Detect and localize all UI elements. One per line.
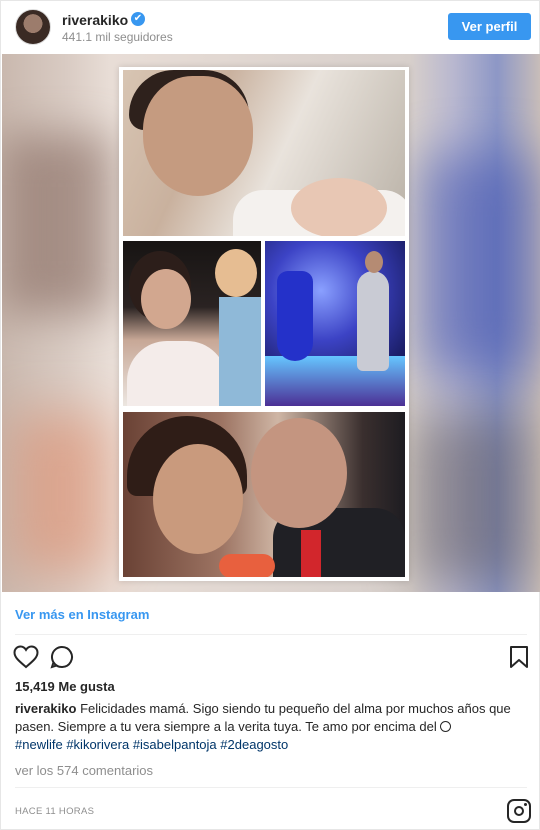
camera-flash-icon [524, 803, 527, 806]
camera-lens-icon [514, 806, 524, 816]
comment-icon[interactable] [50, 645, 74, 669]
background-blur [2, 134, 112, 314]
face-shape [141, 269, 191, 329]
background-blur [12, 414, 112, 574]
performer-shape [277, 271, 313, 361]
hashtag-kikorivera[interactable]: #kikorivera [66, 737, 129, 752]
singer-body-shape [357, 271, 389, 371]
hashtag-newlife[interactable]: #newlife [15, 737, 63, 752]
baby-shape [291, 178, 387, 236]
face-shape [143, 76, 253, 196]
photo-mother-with-child [123, 241, 261, 406]
background-blur [420, 154, 540, 374]
child-body-shape [219, 297, 261, 406]
avatar[interactable] [15, 9, 51, 45]
caption-text: Felicidades mamá. Sigo siendo tu pequeño… [15, 701, 511, 734]
follower-count: 441.1 mil seguidores [62, 30, 173, 44]
divider [15, 634, 527, 635]
view-profile-button[interactable]: Ver perfil [448, 13, 531, 40]
instagram-logo-icon[interactable] [507, 799, 531, 823]
child-head-shape [215, 249, 257, 297]
post-image[interactable] [2, 54, 540, 592]
hashtag-2deagosto[interactable]: #2deagosto [220, 737, 288, 752]
post-timestamp[interactable]: HACE 11 HORAS [15, 806, 94, 817]
post-header: riverakiko ✔ 441.1 mil seguidores Ver pe… [1, 1, 540, 53]
like-count[interactable]: 15,419 Me gusta [15, 679, 115, 694]
view-more-link[interactable]: Ver más en Instagram [15, 607, 149, 622]
photo-collage [119, 67, 409, 581]
bookmark-icon[interactable] [509, 645, 529, 669]
instagram-embed: riverakiko ✔ 441.1 mil seguidores Ver pe… [0, 0, 540, 830]
background-blur [410, 414, 530, 584]
username[interactable]: riverakiko [62, 12, 128, 28]
view-comments-link[interactable]: ver los 574 comentarios [15, 763, 153, 778]
dress-shape [127, 341, 227, 406]
singer-head-shape [365, 251, 383, 273]
divider [15, 787, 527, 788]
face-shape [153, 444, 243, 554]
head-shape [251, 418, 347, 528]
tie-shape [301, 530, 321, 577]
hashtag-isabelpantoja[interactable]: #isabelpantoja [133, 737, 217, 752]
caption-username[interactable]: riverakiko [15, 701, 76, 716]
photo-stage-performance [265, 241, 405, 406]
heart-icon[interactable] [13, 645, 39, 669]
post-caption: riverakiko Felicidades mamá. Sigo siendo… [15, 700, 527, 754]
flower-shape [219, 554, 275, 577]
globe-emoji-icon [440, 721, 452, 732]
verified-badge-icon: ✔ [131, 12, 145, 26]
photo-mother-with-baby [123, 70, 405, 236]
photo-mother-and-son-embrace [123, 412, 405, 577]
